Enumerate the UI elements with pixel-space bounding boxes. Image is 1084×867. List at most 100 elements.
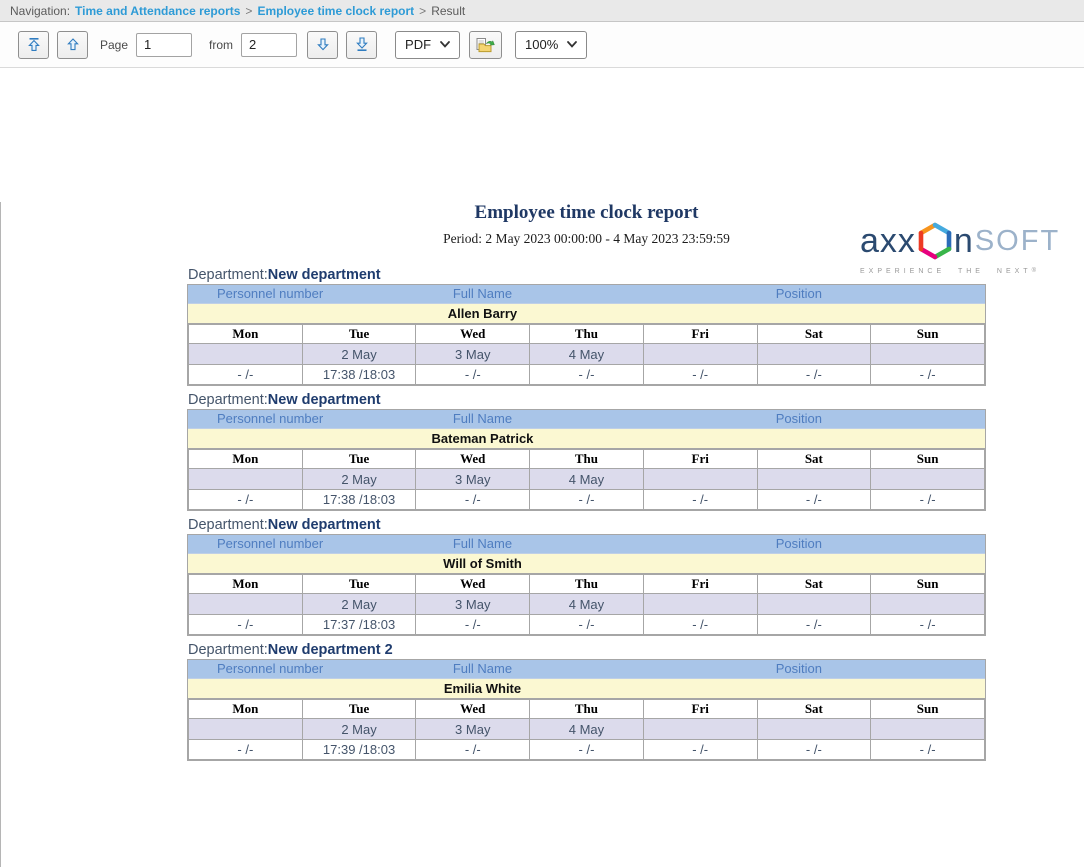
date-row: 2 May 3 May 4 May [189,344,985,365]
column-header-personnel-number: Personnel number [188,535,352,553]
employee-name: Will of Smith [352,554,613,573]
day-header-cell: Fri [643,575,757,594]
time-cell: - /- [757,740,871,760]
time-cell: - /- [530,490,644,510]
time-cell: - /- [189,740,303,760]
breadcrumb-link-time-attendance-reports[interactable]: Time and Attendance reports [75,4,240,18]
employee-name: Allen Barry [352,304,613,323]
day-header-cell: Mon [189,450,303,469]
date-cell [757,469,871,490]
hexagon-logo-icon [917,222,953,260]
day-header-cell: Mon [189,700,303,719]
total-pages-input[interactable] [241,33,297,57]
personnel-number-cell [188,554,352,573]
date-cell: 2 May [302,719,416,740]
column-header-position: Position [613,660,985,678]
export-button[interactable] [469,31,502,59]
day-header-cell: Sat [757,325,871,344]
date-cell [871,344,985,365]
date-cell [189,719,303,740]
time-row: - /- 17:38 /18:03 - /- - /- - /- - /- - … [189,490,985,510]
day-header-cell: Wed [416,325,530,344]
week-table: Mon Tue Wed Thu Fri Sat Sun 2 May 3 May … [188,324,985,385]
day-header-cell: Fri [643,700,757,719]
position-cell [613,679,985,698]
date-cell [643,594,757,615]
report-page: Employee time clock report Period: 2 May… [187,202,986,761]
chevron-down-icon [440,41,450,48]
date-cell [189,469,303,490]
breadcrumb-current: Result [431,4,465,18]
day-header-cell: Tue [302,325,416,344]
day-header-cell: Thu [530,450,644,469]
date-row: 2 May 3 May 4 May [189,594,985,615]
date-cell [871,719,985,740]
personnel-number-cell [188,679,352,698]
report-toolbar: Page from PDF 100% [0,22,1084,68]
page-label: Page [100,38,128,52]
employee-table: Personnel number Full Name Position Alle… [187,284,986,386]
date-cell [189,344,303,365]
time-cell: - /- [871,490,985,510]
employee-name: Emilia White [352,679,613,698]
time-cell: 17:37 /18:03 [302,615,416,635]
day-header-cell: Sun [871,325,985,344]
next-page-button[interactable] [307,31,338,59]
employee-table: Personnel number Full Name Position Bate… [187,409,986,511]
employee-block: Department:New department Personnel numb… [187,266,986,386]
date-cell: 2 May [302,469,416,490]
date-cell: 3 May [416,594,530,615]
day-header-row: Mon Tue Wed Thu Fri Sat Sun [189,450,985,469]
time-cell: - /- [757,615,871,635]
day-header-row: Mon Tue Wed Thu Fri Sat Sun [189,575,985,594]
time-cell: 17:38 /18:03 [302,490,416,510]
department-name: New department [268,267,381,283]
time-cell: - /- [871,740,985,760]
week-table: Mon Tue Wed Thu Fri Sat Sun 2 May 3 May … [188,699,985,760]
zoom-level-select[interactable]: 100% [515,31,587,59]
navigation-label: Navigation: [10,4,70,18]
day-header-cell: Sat [757,450,871,469]
day-header-cell: Tue [302,575,416,594]
report-blocks: Department:New department Personnel numb… [187,266,986,761]
time-cell: - /- [643,740,757,760]
axxonsoft-logo: axx n SOFT EXPERIENCE THE NEXT® [860,222,1082,275]
last-page-button[interactable] [346,31,377,59]
zoom-level-value: 100% [525,37,558,52]
department-name: New department [268,517,381,533]
employee-block: Department:New department Personnel numb… [187,391,986,511]
day-header-cell: Thu [530,700,644,719]
position-cell [613,304,985,323]
date-cell [757,719,871,740]
employee-table: Personnel number Full Name Position Will… [187,534,986,636]
date-cell [871,594,985,615]
current-page-input[interactable] [136,33,192,57]
time-cell: - /- [189,365,303,385]
previous-page-icon [66,37,80,52]
table-header-row: Personnel number Full Name Position [188,535,985,554]
employee-name: Bateman Patrick [352,429,613,448]
day-header-row: Mon Tue Wed Thu Fri Sat Sun [189,325,985,344]
column-header-full-name: Full Name [352,660,613,678]
date-cell [871,469,985,490]
time-cell: - /- [189,615,303,635]
column-header-full-name: Full Name [352,535,613,553]
time-cell: 17:39 /18:03 [302,740,416,760]
previous-page-button[interactable] [57,31,88,59]
time-cell: - /- [530,615,644,635]
breadcrumb-link-employee-time-clock-report[interactable]: Employee time clock report [257,4,414,18]
day-header-cell: Wed [416,575,530,594]
logo-text-axx: axx [860,224,916,258]
date-cell: 4 May [530,344,644,365]
first-page-button[interactable] [18,31,49,59]
time-cell: - /- [416,615,530,635]
day-header-cell: Sun [871,575,985,594]
time-cell: - /- [643,365,757,385]
export-format-value: PDF [405,37,431,52]
breadcrumb-separator: > [419,4,426,18]
time-cell: - /- [416,740,530,760]
time-row: - /- 17:38 /18:03 - /- - /- - /- - /- - … [189,365,985,385]
column-header-position: Position [613,535,985,553]
export-format-select[interactable]: PDF [395,31,460,59]
time-cell: - /- [416,490,530,510]
